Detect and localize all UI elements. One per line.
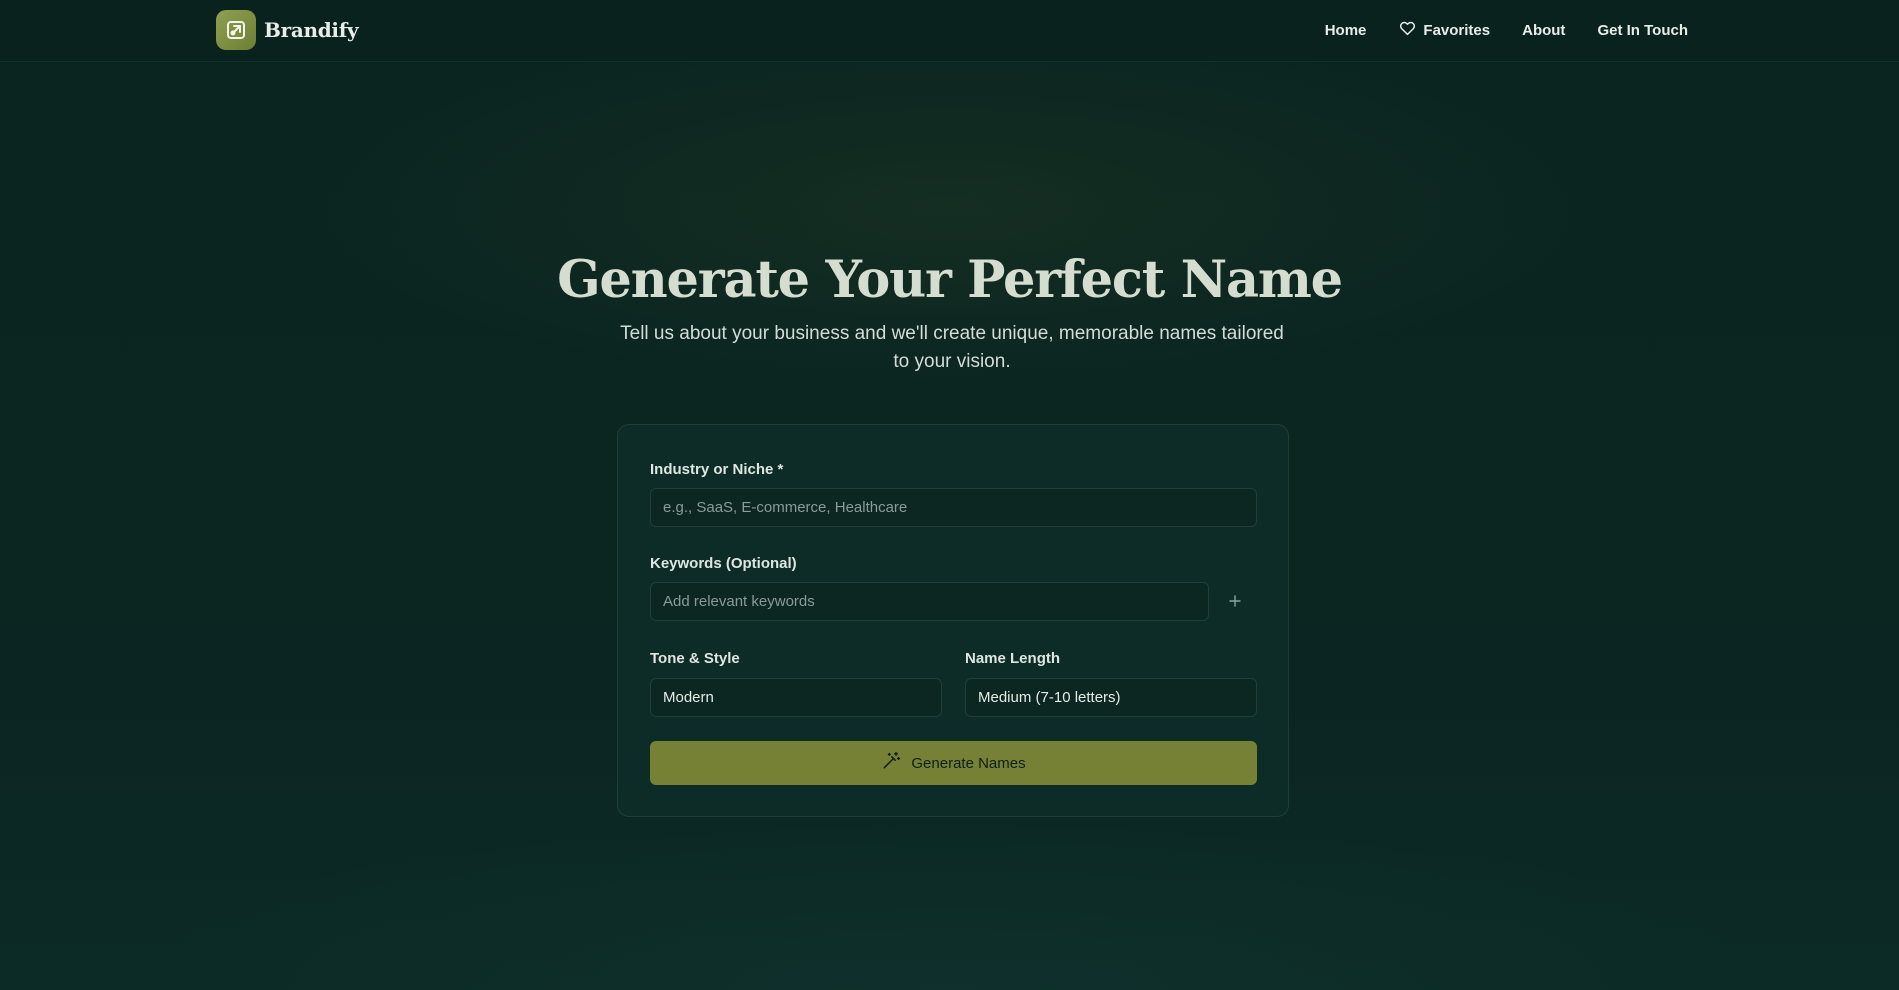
nav-home[interactable]: Home: [1325, 22, 1367, 39]
page-subtitle: Tell us about your business and we'll cr…: [620, 323, 1284, 372]
nav-get-in-touch[interactable]: Get In Touch: [1597, 22, 1688, 39]
tone-label: Tone & Style: [650, 650, 740, 667]
nav-home-label: Home: [1324, 21, 1367, 39]
add-keyword-button[interactable]: [1221, 587, 1249, 615]
tone-select[interactable]: Modern: [650, 678, 942, 717]
heart-icon: [1398, 19, 1417, 41]
main-nav: Home Favorites About Get In Touch: [1325, 0, 1688, 60]
tone-value: Modern: [663, 689, 714, 706]
page-title: Generate Your Perfect Name: [557, 250, 1343, 310]
length-label: Name Length: [965, 650, 1061, 667]
top-navbar: Brandify Home Favorites About Get In Tou…: [0, 0, 1899, 62]
generate-names-button[interactable]: Generate Names: [650, 741, 1257, 785]
length-select[interactable]: Medium (7-10 letters): [965, 678, 1257, 717]
nav-about[interactable]: About: [1522, 22, 1565, 39]
plus-icon: [1229, 595, 1241, 607]
keywords-label: Keywords (Optional): [650, 555, 797, 572]
nav-favorites-label: Favorites: [1423, 21, 1491, 39]
generate-names-label: Generate Names: [911, 754, 1026, 772]
nav-get-in-touch-label: Get In Touch: [1597, 21, 1688, 39]
name-generator-form: Industry or Niche * Keywords (Optional) …: [617, 424, 1289, 817]
nav-about-label: About: [1522, 21, 1566, 39]
industry-field[interactable]: [650, 488, 1257, 527]
keywords-input[interactable]: [663, 593, 1196, 610]
length-value: Medium (7-10 letters): [978, 689, 1121, 706]
magic-wand-icon: [881, 751, 901, 775]
industry-label: Industry or Niche *: [650, 461, 784, 478]
keywords-field[interactable]: [650, 582, 1209, 621]
logo-icon: [216, 10, 256, 50]
industry-input[interactable]: [663, 499, 1244, 516]
brand[interactable]: Brandify: [216, 10, 359, 50]
nav-favorites[interactable]: Favorites: [1398, 19, 1490, 41]
brand-name: Brandify: [264, 18, 359, 42]
